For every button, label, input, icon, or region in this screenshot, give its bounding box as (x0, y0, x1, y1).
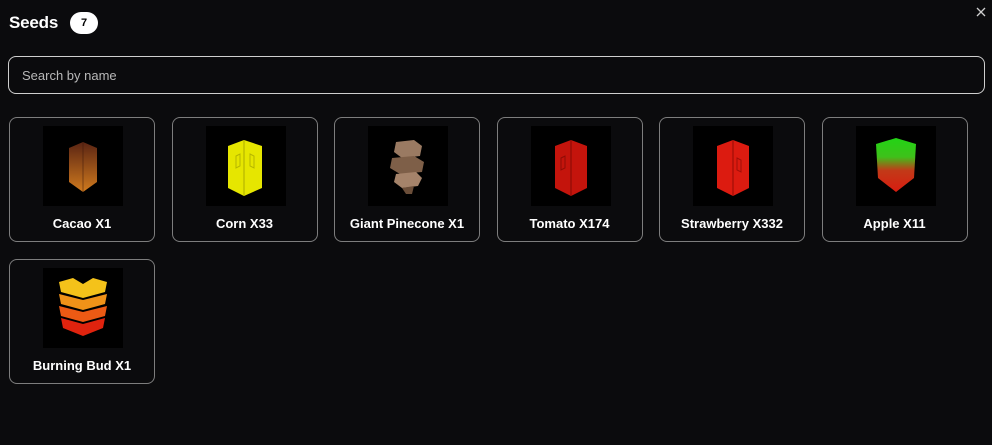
seed-thumbnail (368, 126, 448, 206)
tomato-seed-icon (554, 140, 587, 196)
seed-card-cacao[interactable]: Cacao X1 (9, 117, 155, 242)
seed-thumbnail (855, 126, 936, 206)
seed-grid: Cacao X1 Corn X33 Giant Pinecone X1 Toma… (9, 117, 969, 384)
seed-label: Burning Bud X1 (32, 358, 132, 373)
seed-label: Strawberry X332 (681, 216, 783, 231)
seed-label: Tomato X174 (529, 216, 610, 231)
seed-thumbnail (43, 268, 123, 348)
close-button[interactable] (972, 3, 990, 21)
apple-seed-icon (875, 138, 916, 192)
seed-label: Corn X33 (215, 216, 274, 231)
seed-label: Giant Pinecone X1 (349, 216, 465, 231)
burning-bud-seed-icon (59, 278, 107, 336)
cacao-seed-icon (69, 142, 97, 192)
seed-card-strawberry[interactable]: Strawberry X332 (659, 117, 805, 242)
seed-card-corn[interactable]: Corn X33 (171, 117, 318, 242)
seed-card-apple[interactable]: Apple X11 (821, 117, 968, 242)
search-input[interactable] (9, 57, 984, 93)
seed-label: Apple X11 (863, 216, 926, 231)
seed-thumbnail (205, 126, 286, 206)
panel-header: Seeds 7 (9, 10, 99, 36)
seed-thumbnail (530, 126, 611, 206)
seed-card-burning-bud[interactable]: Burning Bud X1 (9, 259, 155, 384)
search-box (8, 56, 985, 94)
seed-thumbnail (693, 126, 773, 206)
panel-title: Seeds (9, 13, 59, 32)
seed-count-badge: 7 (70, 12, 99, 34)
corn-seed-icon (227, 140, 262, 196)
seed-thumbnail (43, 126, 123, 206)
seed-card-tomato[interactable]: Tomato X174 (496, 117, 643, 242)
seed-card-giant-pinecone[interactable]: Giant Pinecone X1 (334, 117, 480, 242)
close-icon (976, 7, 986, 17)
seed-label: Cacao X1 (52, 216, 112, 231)
strawberry-seed-icon (717, 140, 749, 196)
seeds-panel: Seeds 7 Search by name Cacao X1 Corn X33… (0, 0, 992, 445)
giant-pinecone-seed-icon (390, 140, 424, 194)
